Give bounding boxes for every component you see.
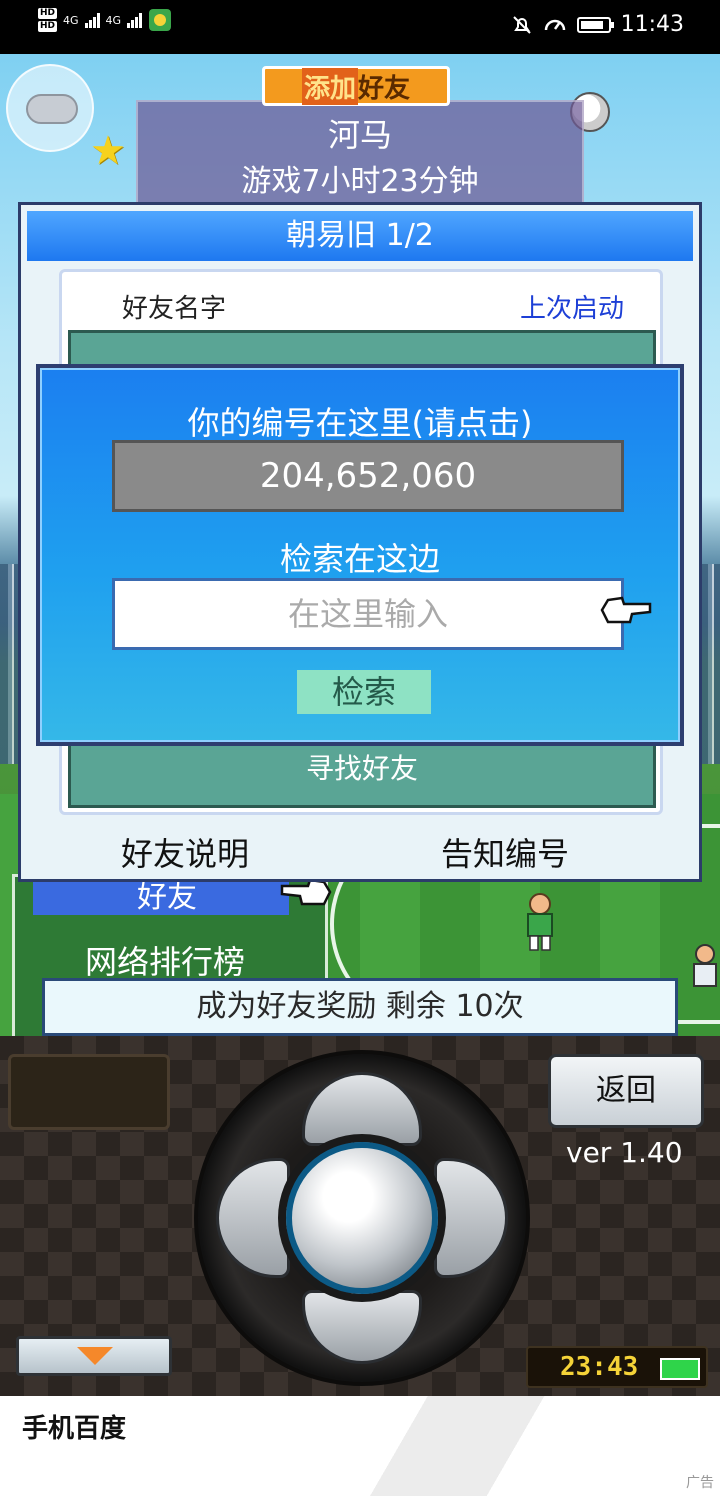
- hd-icons: HD HD: [38, 8, 58, 32]
- menu-item-friends[interactable]: 好友: [33, 881, 289, 915]
- search-label: 检索在这边: [279, 540, 440, 578]
- speed-gauge-icon: [544, 19, 565, 30]
- mute-bell-icon: [512, 15, 531, 34]
- player-sprite-icon: [527, 893, 553, 951]
- signal-icon-2: [127, 12, 143, 28]
- virtual-controller: 返回 ver 1.40 23:43: [0, 1036, 720, 1396]
- signal-icon-1: [84, 12, 100, 28]
- search-button[interactable]: 检索: [297, 670, 431, 714]
- dpad-center-button[interactable]: [286, 1142, 438, 1294]
- battery-icon: [660, 1358, 700, 1380]
- controller-screen-slot: [8, 1054, 170, 1130]
- status-right: 11:43: [511, 12, 684, 37]
- app-notification-icon: [149, 9, 172, 31]
- menu-toggle-button[interactable]: [16, 1336, 172, 1376]
- friend-panel-title: 朝易旧 1/2: [27, 211, 693, 261]
- play-time: 游戏7小时23分钟: [241, 164, 479, 199]
- add-friend-badge-part1: 添加: [301, 67, 358, 105]
- game-clock-time: 23:43: [560, 1352, 639, 1382]
- player-name: 河马: [327, 116, 392, 154]
- profile-box: 河马 游戏7小时23分钟: [136, 100, 584, 208]
- friend-id-search-input[interactable]: 在这里输入: [112, 578, 624, 650]
- status-time: 11:43: [620, 12, 684, 37]
- back-button[interactable]: 返回: [548, 1054, 704, 1128]
- ad-title: 手机百度: [22, 1414, 127, 1444]
- add-friend-badge: 添加 好友: [262, 66, 450, 106]
- column-header-friend-name: 好友名字: [122, 294, 227, 324]
- pointer-hand-icon: [600, 596, 652, 624]
- gamepad-toggle-button[interactable]: [6, 64, 94, 152]
- dpad-down[interactable]: [302, 1290, 422, 1364]
- status-bar: HD HD 4G 4G 11:43: [0, 0, 720, 54]
- my-id-display[interactable]: 204,652,060: [112, 440, 624, 512]
- network-type-2: 4G: [105, 13, 122, 27]
- dpad-up[interactable]: [302, 1072, 422, 1146]
- battery-icon: [576, 16, 614, 33]
- game-clock: 23:43: [526, 1346, 708, 1388]
- player-sprite-2-icon: [693, 944, 717, 987]
- friend-explain-button[interactable]: 好友说明: [121, 829, 249, 875]
- menu-item-ranking[interactable]: 网络排行榜: [85, 937, 245, 983]
- add-friend-badge-part2: 好友: [358, 73, 411, 104]
- chevron-down-icon: [77, 1347, 113, 1365]
- friend-search-dialog: 你的编号在这里(请点击) 204,652,060 检索在这边 在这里输入 检索: [36, 364, 684, 746]
- dpad-right[interactable]: [434, 1158, 508, 1278]
- notify-id-button[interactable]: 告知编号: [441, 829, 569, 875]
- column-header-last-launch[interactable]: 上次启动: [520, 288, 624, 325]
- dpad-left[interactable]: [216, 1158, 290, 1278]
- gamepad-icon: [26, 94, 78, 124]
- version-label: ver 1.40: [566, 1136, 683, 1169]
- star-icon: ★: [90, 128, 126, 174]
- status-left: HD HD 4G 4G: [38, 8, 172, 32]
- dpad[interactable]: [194, 1050, 530, 1386]
- ad-banner[interactable]: 手机百度 广告: [0, 1396, 720, 1496]
- network-type-1: 4G: [63, 13, 79, 27]
- game-screen: ★ 河马 游戏7小时23分钟 添加 好友 好友 网络排行榜 朝易旧 1/2 好友…: [0, 54, 720, 1036]
- hd-badge-1: HD: [38, 8, 58, 19]
- hd-badge-2: HD: [38, 21, 58, 32]
- ad-tag: 广告: [686, 1475, 714, 1491]
- find-friend-button[interactable]: 寻找好友: [71, 747, 653, 787]
- friend-bonus-bar: 成为好友奖励 剩余 10次: [42, 978, 678, 1036]
- my-id-prompt: 你的编号在这里(请点击): [187, 404, 533, 442]
